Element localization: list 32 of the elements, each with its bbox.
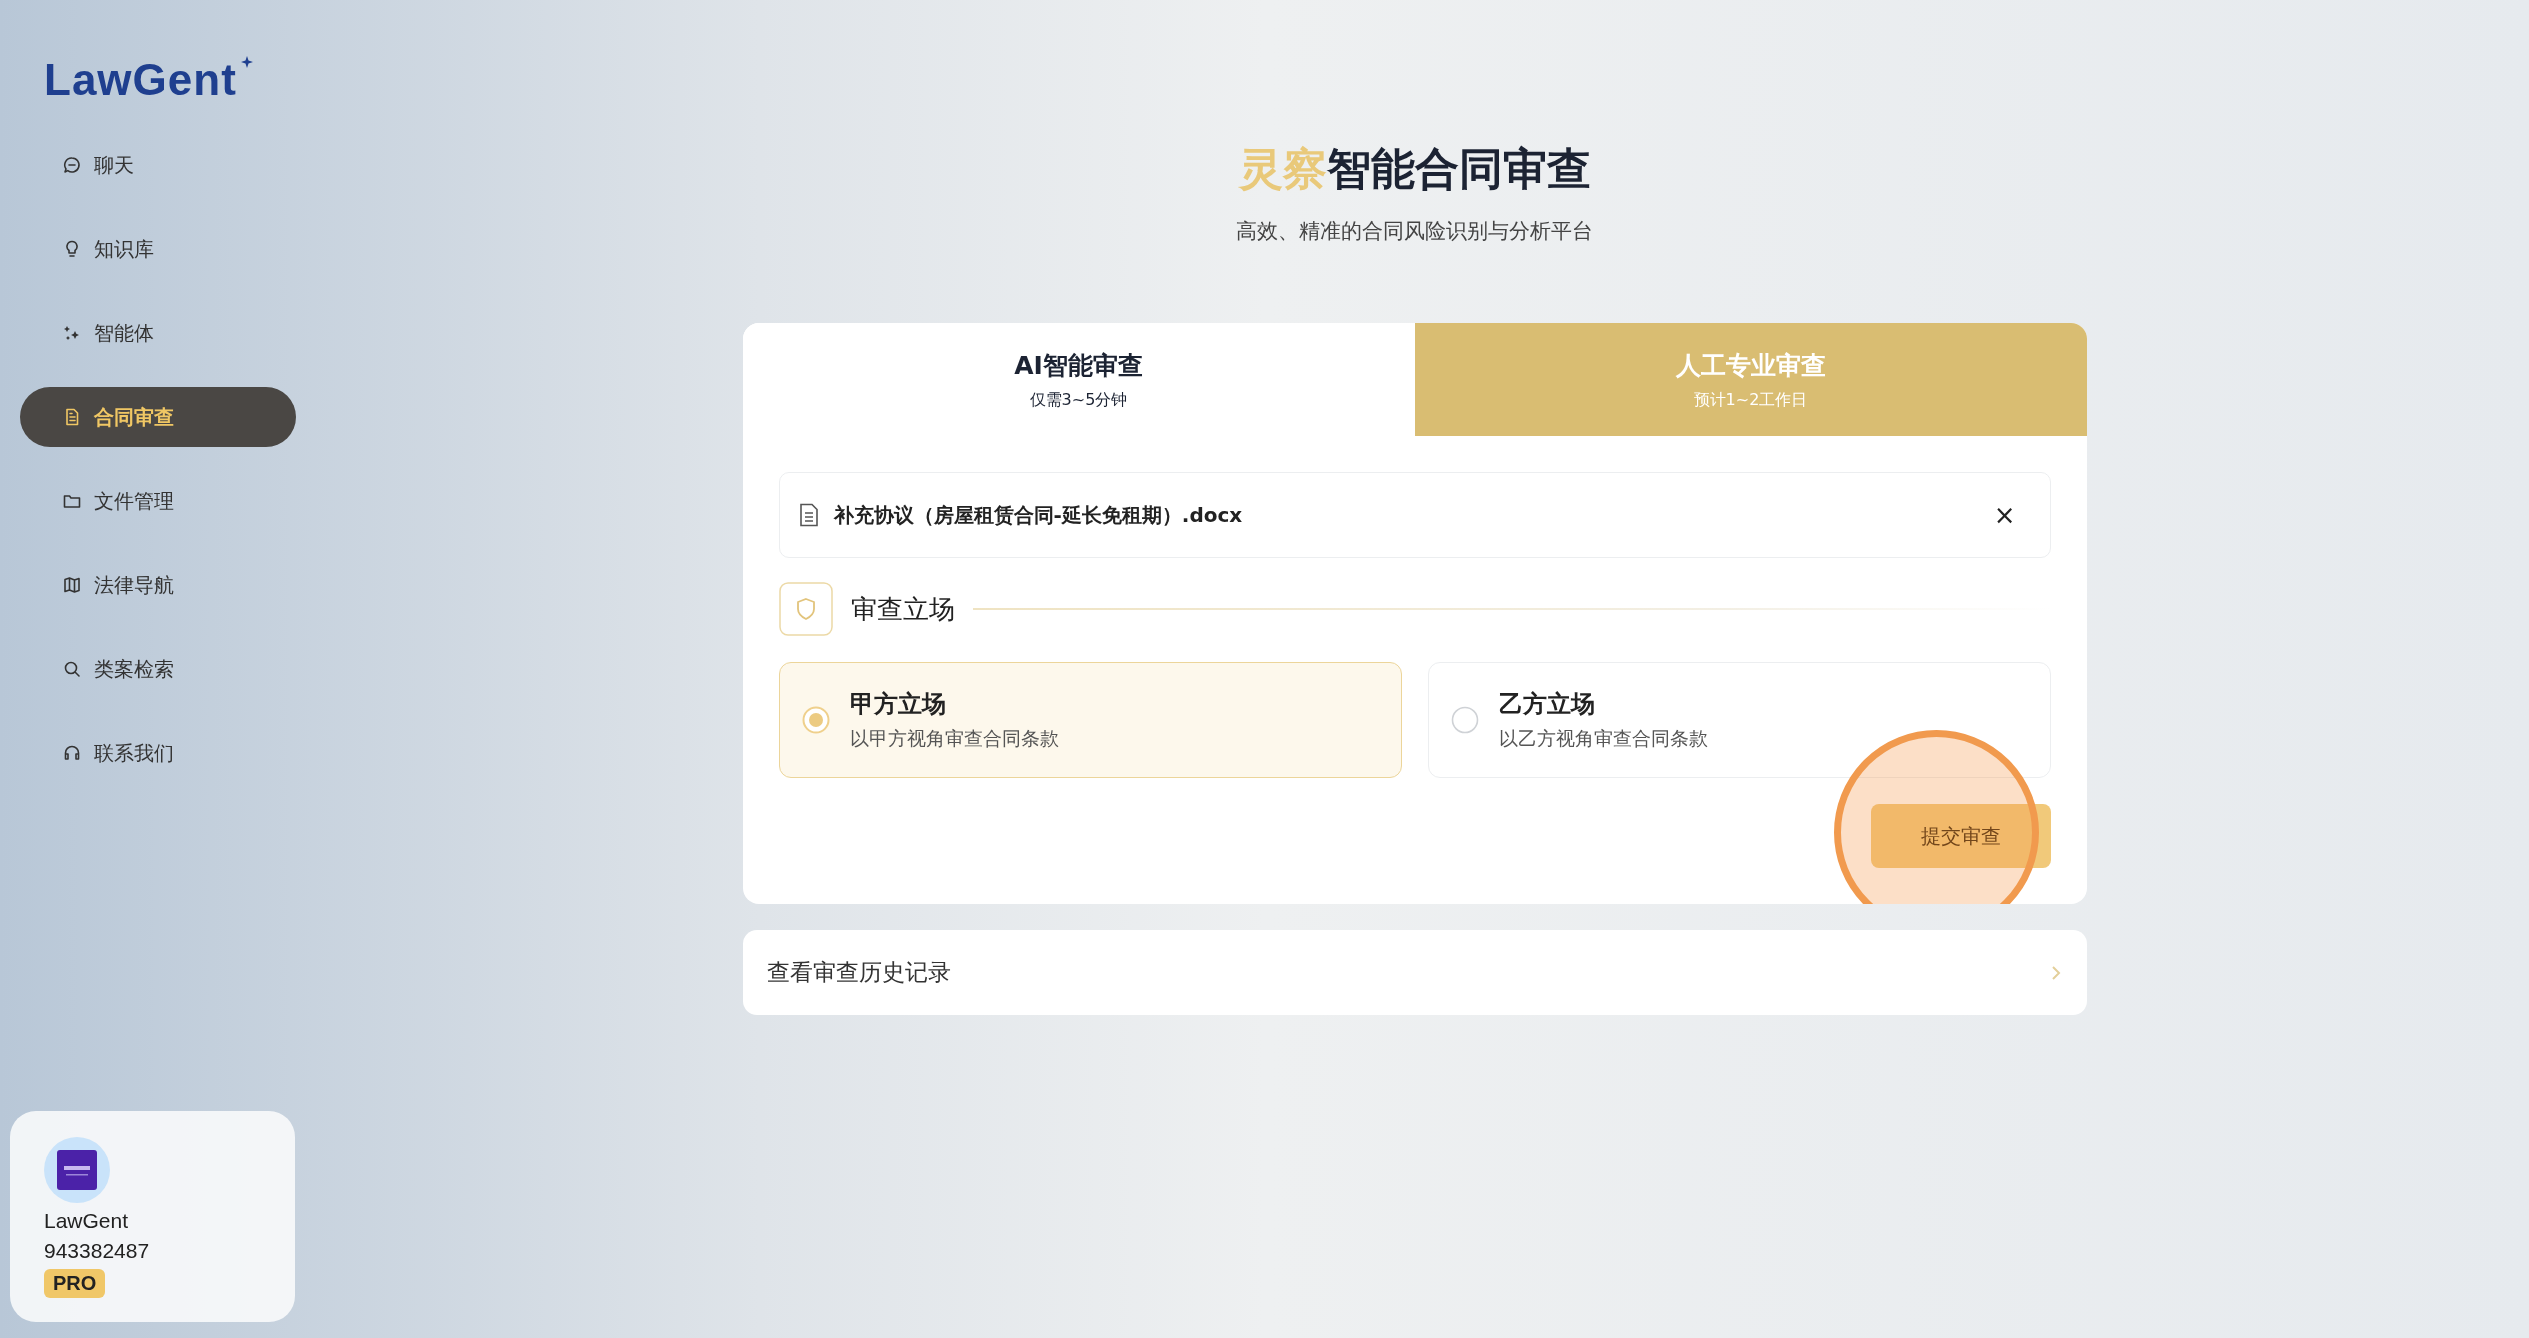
map-icon xyxy=(62,575,82,595)
nav-item[interactable]: 聊天 xyxy=(20,135,296,195)
nav-item[interactable]: 联系我们 xyxy=(20,723,296,783)
nav-item[interactable]: 智能体 xyxy=(20,303,296,363)
nav-item[interactable]: 知识库 xyxy=(20,219,296,279)
stance-option[interactable]: 乙方立场 以乙方视角审查合同条款 xyxy=(1427,662,2051,778)
page-subtitle: 高效、精准的合同风险识别与分析平台 xyxy=(1236,218,1593,245)
plan-badge: PRO xyxy=(44,1269,106,1298)
option-description: 以甲方视角审查合同条款 xyxy=(849,726,1059,751)
submit-button[interactable]: 提交审查 xyxy=(1870,804,2051,868)
logo: LawGent xyxy=(42,52,253,107)
page-title: 灵察智能合同审查 xyxy=(1238,142,1591,196)
document-icon xyxy=(797,503,820,527)
close-button[interactable]: × xyxy=(1993,500,2016,530)
nav-item[interactable]: 文件管理 xyxy=(20,471,296,531)
nav-item[interactable]: 合同审查 xyxy=(20,387,296,447)
option-description: 以乙方视角审查合同条款 xyxy=(1498,726,1708,751)
chat-icon xyxy=(62,155,82,175)
user-name: LawGent xyxy=(44,1209,129,1233)
search-icon xyxy=(62,659,82,679)
nav-item[interactable]: 类案检索 xyxy=(20,639,296,699)
headset-icon xyxy=(62,743,82,763)
section-title: 审查立场 xyxy=(850,592,955,626)
user-id: 943382487 xyxy=(44,1239,150,1263)
stance-option[interactable]: 甲方立场 以甲方视角审查合同条款 xyxy=(778,662,1402,778)
avatar-icon xyxy=(44,1137,110,1203)
file-name: 补充协议（房屋租赁合同-延长免租期）.docx xyxy=(833,501,1244,529)
option-label: 甲方立场 xyxy=(849,689,947,720)
nav-item[interactable]: 法律导航 xyxy=(20,555,296,615)
history-link[interactable]: 查看审查历史记录 xyxy=(742,930,2087,1015)
shield-icon xyxy=(778,582,833,636)
option-label: 乙方立场 xyxy=(1498,689,1596,720)
